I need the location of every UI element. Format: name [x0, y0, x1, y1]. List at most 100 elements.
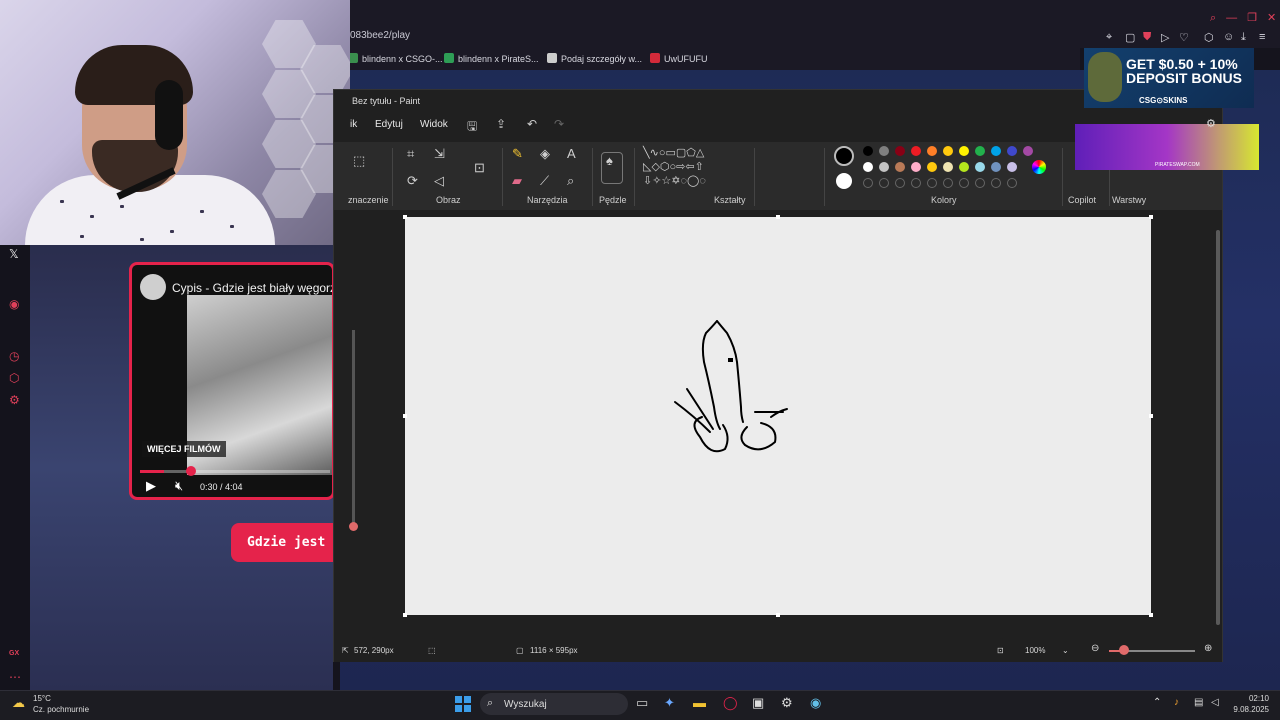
progress-handle[interactable]	[186, 466, 196, 476]
search-icon[interactable]: ⌕	[1210, 12, 1216, 24]
palette-swatch[interactable]	[1007, 178, 1017, 188]
palette-swatch[interactable]	[895, 162, 905, 172]
taskbar-search[interactable]	[480, 693, 628, 715]
close-icon[interactable]: ✕	[1267, 12, 1276, 24]
menu-edit[interactable]: Edytuj	[375, 119, 403, 130]
menu-file[interactable]: ik	[350, 119, 357, 130]
cube-icon[interactable]: ⬡	[9, 371, 19, 385]
video-title[interactable]: Cypis - Gdzie jest biały węgorz	[172, 281, 332, 295]
maximize-icon[interactable]: ❐	[1247, 12, 1257, 24]
x-icon[interactable]: 𝕏	[9, 247, 19, 261]
weather-icon[interactable]: ☁	[12, 695, 25, 711]
palette-swatch[interactable]	[975, 146, 985, 156]
crop-icon[interactable]: ⌗	[407, 146, 414, 162]
color-picker-icon[interactable]: ⟋	[540, 173, 549, 189]
shield-icon[interactable]: ⛊	[1143, 31, 1151, 44]
palette-swatch[interactable]	[991, 162, 1001, 172]
copilot-icon[interactable]: ✦	[664, 695, 675, 711]
windows-start-icon[interactable]	[455, 696, 471, 712]
drawing-canvas[interactable]	[405, 217, 1151, 615]
progress-track[interactable]	[140, 470, 330, 473]
palette-swatch[interactable]	[895, 146, 905, 156]
palette-swatch[interactable]	[927, 162, 937, 172]
palette-swatch[interactable]	[975, 162, 985, 172]
edit-colors-icon[interactable]	[1032, 160, 1046, 174]
brush-size-slider[interactable]	[352, 330, 355, 530]
store-icon[interactable]: ▣	[752, 695, 764, 711]
palette-swatch[interactable]	[879, 162, 889, 172]
download-icon[interactable]: ⤓	[1241, 31, 1246, 44]
palette-swatch[interactable]	[863, 162, 873, 172]
palette-swatch[interactable]	[879, 178, 889, 188]
zoom-select[interactable]: 100%	[1025, 646, 1045, 655]
chevron-up-icon[interactable]: ⌃	[1153, 697, 1161, 708]
selection-icon[interactable]: ⬚	[353, 153, 365, 169]
bookmark-3[interactable]: Podaj szczegóły w...	[547, 53, 642, 64]
paint-icon[interactable]: ◉	[810, 695, 821, 711]
palette-swatch[interactable]	[991, 146, 1001, 156]
opera-gx-icon[interactable]: ◯	[723, 695, 738, 711]
channel-avatar[interactable]	[140, 274, 166, 300]
bookmark-2[interactable]: blindenn x PirateS...	[444, 53, 539, 64]
address-bar[interactable]: 083bee2/play	[350, 30, 410, 41]
palette-swatch[interactable]	[943, 162, 953, 172]
palette-swatch[interactable]	[991, 178, 1001, 188]
save-icon[interactable]: 🖫︎	[467, 117, 477, 138]
menu-icon[interactable]: ≡	[1259, 31, 1265, 43]
microphone-icon[interactable]: ♪	[1174, 697, 1179, 708]
flip-icon[interactable]: ◁	[434, 173, 444, 189]
magnifier-icon[interactable]: ⌕	[567, 173, 574, 189]
palette-swatch[interactable]	[975, 178, 985, 188]
bookmark-4[interactable]: UwUFUFU	[650, 53, 708, 64]
fit-screen-icon[interactable]: ⊡	[997, 646, 1004, 655]
settings-icon[interactable]: ⚙	[1206, 117, 1216, 130]
minimize-icon[interactable]: —	[1226, 12, 1237, 24]
mute-icon[interactable]: 🔇︎	[175, 478, 183, 494]
steam-icon[interactable]: ⚙	[781, 695, 793, 711]
extensions-icon[interactable]: ⬡	[1204, 31, 1214, 44]
palette-swatch[interactable]	[943, 146, 953, 156]
share-icon[interactable]: ⇪	[496, 117, 506, 131]
text-icon[interactable]: A	[567, 146, 576, 161]
weather-temperature[interactable]: 15°C	[33, 694, 51, 703]
screenshot-icon[interactable]: ▢	[1125, 31, 1135, 44]
heart-icon[interactable]: ♡	[1179, 31, 1189, 44]
resize-icon[interactable]: ⇲	[434, 146, 445, 162]
gx-icon[interactable]: GX	[9, 650, 19, 657]
answer-button[interactable]: Gdzie jest	[231, 523, 341, 562]
palette-swatch[interactable]	[911, 178, 921, 188]
palette-swatch[interactable]	[1023, 146, 1033, 156]
bookmark-1[interactable]: blindenn x CSGO-...	[348, 53, 443, 64]
play-icon[interactable]: ▶	[146, 478, 156, 494]
palette-swatch[interactable]	[879, 146, 889, 156]
play-icon[interactable]: ▷	[1161, 31, 1169, 44]
palette-swatch[interactable]	[895, 178, 905, 188]
color-1-swatch[interactable]	[834, 146, 854, 166]
more-icon[interactable]: ⋯	[9, 670, 21, 684]
weather-description[interactable]: Cz. pochmurnie	[33, 705, 89, 714]
palette-swatch[interactable]	[911, 146, 921, 156]
pirateswap-ad[interactable]: ⚙ PIRATESWAP.COM	[1075, 118, 1259, 170]
profile-icon[interactable]: ☺	[1223, 31, 1234, 43]
undo-icon[interactable]: ↶	[527, 117, 537, 131]
image-select-icon[interactable]: ⊡	[474, 160, 485, 176]
settings-icon[interactable]: ⚙	[9, 393, 20, 407]
palette-swatch[interactable]	[959, 146, 969, 156]
volume-icon[interactable]: ◁	[1211, 697, 1219, 708]
palette-swatch[interactable]	[863, 178, 873, 188]
more-videos-button[interactable]: WIĘCEJ FILMÓW	[142, 441, 226, 457]
palette-swatch[interactable]	[927, 178, 937, 188]
rotate-icon[interactable]: ⟳	[407, 173, 418, 189]
zoom-in-icon[interactable]: ⊕	[1204, 643, 1212, 654]
eraser-icon[interactable]: ▰	[512, 173, 522, 189]
color-2-swatch[interactable]	[836, 173, 852, 189]
network-icon[interactable]: ▤	[1194, 697, 1203, 708]
fill-icon[interactable]: ◈	[540, 146, 550, 162]
zoom-out-icon[interactable]: ⊖	[1091, 643, 1099, 654]
palette-swatch[interactable]	[927, 146, 937, 156]
task-view-icon[interactable]: ▭	[636, 695, 648, 711]
shapes-icon[interactable]: ╲∿○▭▢⬠△ ◺◇⬡○⇨⇦⇧ ⇩✧☆✡◌◯◌	[643, 146, 743, 188]
palette-swatch[interactable]	[959, 162, 969, 172]
clock-time[interactable]: 02:10	[1233, 694, 1269, 703]
palette-swatch[interactable]	[911, 162, 921, 172]
